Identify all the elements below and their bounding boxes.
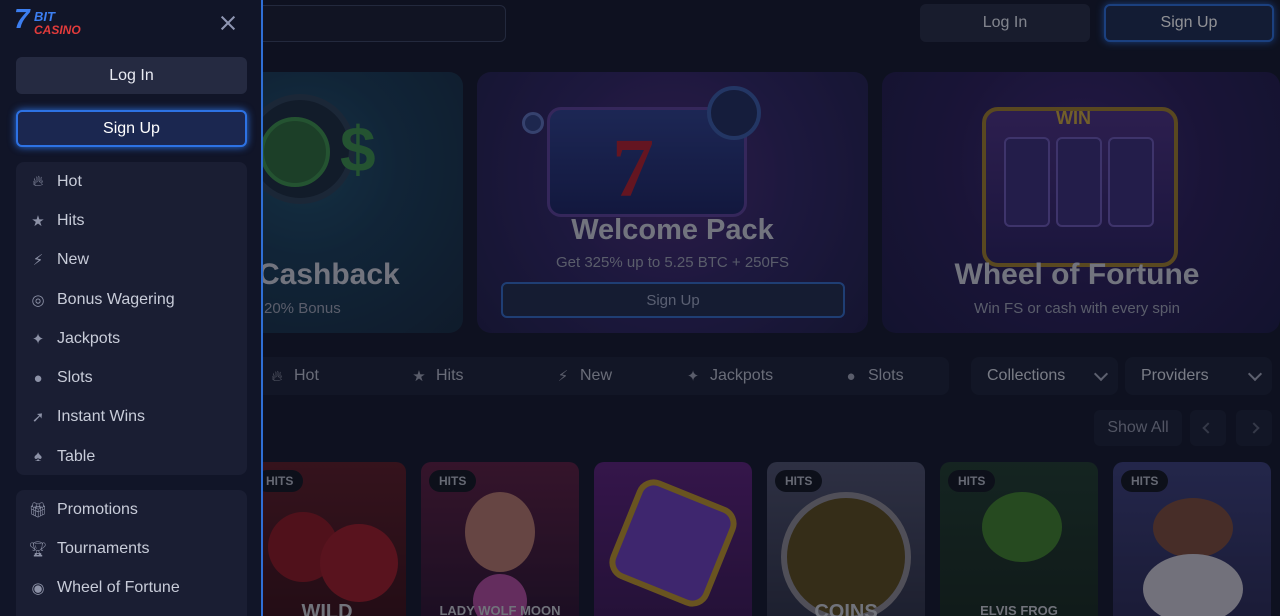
bolt-icon: ⚡︎ (32, 252, 44, 270)
flame-icon: 🔥︎ (32, 173, 44, 191)
sidebar-item-table[interactable]: ♠ Table (16, 437, 247, 476)
sidebar-item-promotions[interactable]: 🎁︎ Promotions (16, 490, 247, 529)
sidebar-item-label: Tournaments (57, 539, 150, 557)
sidebar: 7 BIT CASINO Log In Sign Up 🔥︎ Hot ★ Hit… (0, 0, 263, 616)
gift-icon: 🎁︎ (28, 501, 48, 519)
sidebar-item-jackpots[interactable]: ✦ Jackpots (16, 319, 247, 358)
sidebar-signup-button[interactable]: Sign Up (16, 110, 247, 147)
promo-menu: 🎁︎ Promotions 🏆︎ Tournaments ◉ Wheel of … (16, 490, 247, 616)
sidebar-item-bonus-wagering[interactable]: ◎ Bonus Wagering (16, 280, 247, 319)
sidebar-item-label: Wheel of Fortune (57, 579, 180, 597)
rocket-icon: ➚ (31, 409, 45, 427)
logo-seven: 7 (14, 3, 30, 34)
trophy-icon: 🏆︎ (28, 540, 48, 558)
cards-icon: ♠ (34, 448, 42, 466)
logo-bit: BIT (34, 9, 55, 24)
sidebar-login-button[interactable]: Log In (16, 57, 247, 94)
casino-logo[interactable]: 7 BIT CASINO (14, 3, 81, 41)
sidebar-item-label: Hot (57, 172, 82, 190)
sidebar-item-label: New (57, 251, 90, 269)
sidebar-item-label: Jackpots (57, 329, 121, 347)
target-icon: ◎ (31, 291, 45, 309)
close-icon[interactable] (218, 13, 238, 33)
games-menu: 🔥︎ Hot ★ Hits ⚡︎ New ◎ Bonus Wagering ✦ … (16, 162, 247, 475)
stars-icon: ★ (31, 212, 45, 230)
sidebar-item-label: Slots (57, 369, 93, 387)
sidebar-item-label: Hits (57, 211, 85, 229)
page: Log In Sign Up $ Cashback 20% Bonus 7 We… (0, 0, 1280, 616)
wheel-icon: ◉ (31, 580, 45, 598)
sidebar-item-label: Promotions (57, 500, 138, 518)
sidebar-item-instant-wins[interactable]: ➚ Instant Wins (16, 398, 247, 437)
sidebar-item-tournaments[interactable]: 🏆︎ Tournaments (16, 529, 247, 568)
sidebar-item-hot[interactable]: 🔥︎ Hot (16, 162, 247, 201)
cherry-icon: ● (33, 369, 43, 387)
sidebar-item-label: Table (57, 447, 96, 465)
sidebar-item-new[interactable]: ⚡︎ New (16, 241, 247, 280)
sidebar-item-hits[interactable]: ★ Hits (16, 201, 247, 240)
jackpot-icon: ✦ (31, 330, 45, 348)
logo-casino: CASINO (34, 23, 81, 37)
sidebar-item-label: Bonus Wagering (57, 290, 175, 308)
sidebar-item-label: Instant Wins (57, 408, 146, 426)
sidebar-item-slots[interactable]: ● Slots (16, 358, 247, 397)
sidebar-item-wheel-of-fortune[interactable]: ◉ Wheel of Fortune (16, 569, 247, 608)
